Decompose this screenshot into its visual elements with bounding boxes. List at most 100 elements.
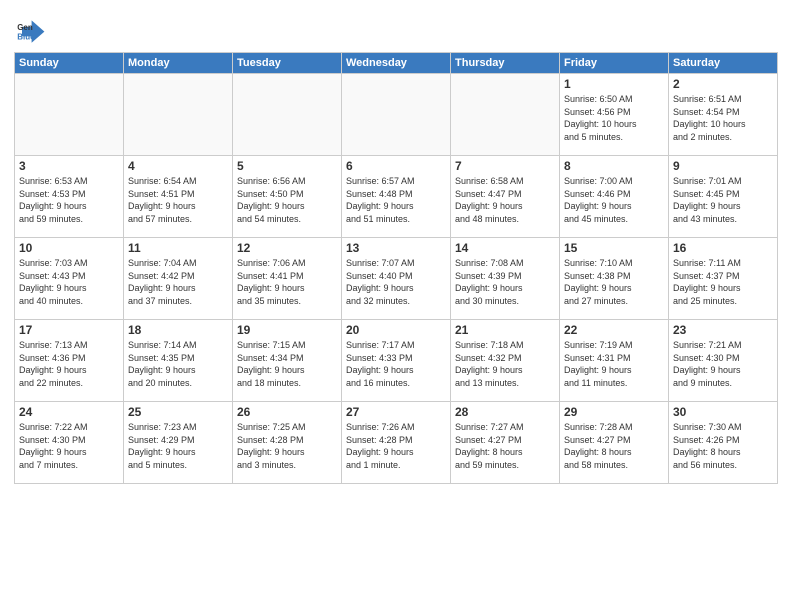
day-number: 5 (237, 159, 337, 173)
day-info: Sunrise: 7:10 AMSunset: 4:38 PMDaylight:… (564, 257, 664, 307)
day-number: 2 (673, 77, 773, 91)
calendar-cell: 10 Sunrise: 7:03 AMSunset: 4:43 PMDayligh… (15, 238, 124, 320)
day-info: Sunrise: 6:58 AMSunset: 4:47 PMDaylight:… (455, 175, 555, 225)
day-number: 20 (346, 323, 446, 337)
day-number: 15 (564, 241, 664, 255)
calendar-cell: 8Sunrise: 7:00 AMSunset: 4:46 PMDaylight… (560, 156, 669, 238)
day-number: 27 (346, 405, 446, 419)
calendar-cell: 7 Sunrise: 6:58 AMSunset: 4:47 PMDaylight… (451, 156, 560, 238)
day-number: 26 (237, 405, 337, 419)
day-info: Sunrise: 7:14 AMSunset: 4:35 PMDaylight:… (128, 339, 228, 389)
calendar-week-1: 1 Sunrise: 6:50 AMSunset: 4:56 PMDaylight… (15, 74, 778, 156)
calendar-header-thursday: Thursday (451, 53, 560, 74)
day-info: Sunrise: 7:22 AMSunset: 4:30 PMDaylight:… (19, 421, 119, 471)
day-number: 16 (673, 241, 773, 255)
day-info: Sunrise: 7:04 AMSunset: 4:42 PMDaylight:… (128, 257, 228, 307)
calendar-week-5: 24 Sunrise: 7:22 AMSunset: 4:30 PMDayligh… (15, 402, 778, 484)
day-number: 30 (673, 405, 773, 419)
day-number: 18 (128, 323, 228, 337)
calendar-cell: 16Sunrise: 7:11 AMSunset: 4:37 PMDayligh… (669, 238, 778, 320)
day-info: Sunrise: 6:54 AMSunset: 4:51 PMDaylight:… (128, 175, 228, 225)
day-number: 10 (19, 241, 119, 255)
day-info: Sunrise: 6:53 AMSunset: 4:53 PMDaylight:… (19, 175, 119, 225)
calendar-header-tuesday: Tuesday (233, 53, 342, 74)
calendar-cell: 1 Sunrise: 6:50 AMSunset: 4:56 PMDaylight… (560, 74, 669, 156)
logo-icon: Gen Blue (14, 14, 46, 46)
day-number: 21 (455, 323, 555, 337)
day-number: 12 (237, 241, 337, 255)
day-info: Sunrise: 7:08 AMSunset: 4:39 PMDaylight:… (455, 257, 555, 307)
day-info: Sunrise: 7:13 AMSunset: 4:36 PMDaylight:… (19, 339, 119, 389)
day-number: 17 (19, 323, 119, 337)
day-number: 4 (128, 159, 228, 173)
calendar-cell: 23Sunrise: 7:21 AMSunset: 4:30 PMDayligh… (669, 320, 778, 402)
day-info: Sunrise: 7:27 AMSunset: 4:27 PMDaylight:… (455, 421, 555, 471)
day-number: 13 (346, 241, 446, 255)
day-number: 14 (455, 241, 555, 255)
calendar-week-2: 3 Sunrise: 6:53 AMSunset: 4:53 PMDaylight… (15, 156, 778, 238)
calendar-cell: 2Sunrise: 6:51 AMSunset: 4:54 PMDaylight… (669, 74, 778, 156)
calendar-header-saturday: Saturday (669, 53, 778, 74)
day-info: Sunrise: 7:17 AMSunset: 4:33 PMDaylight:… (346, 339, 446, 389)
day-number: 29 (564, 405, 664, 419)
calendar-cell: 17 Sunrise: 7:13 AMSunset: 4:36 PMDayligh… (15, 320, 124, 402)
day-info: Sunrise: 7:19 AMSunset: 4:31 PMDaylight:… (564, 339, 664, 389)
day-info: Sunrise: 7:26 AMSunset: 4:28 PMDaylight:… (346, 421, 446, 471)
calendar-cell: 26Sunrise: 7:25 AMSunset: 4:28 PMDayligh… (233, 402, 342, 484)
day-info: Sunrise: 7:00 AMSunset: 4:46 PMDaylight:… (564, 175, 664, 225)
day-info: Sunrise: 7:28 AMSunset: 4:27 PMDaylight:… (564, 421, 664, 471)
day-info: Sunrise: 7:01 AMSunset: 4:45 PMDaylight:… (673, 175, 773, 225)
day-info: Sunrise: 6:56 AMSunset: 4:50 PMDaylight:… (237, 175, 337, 225)
calendar-cell: 15 Sunrise: 7:10 AMSunset: 4:38 PMDayligh… (560, 238, 669, 320)
day-number: 24 (19, 405, 119, 419)
day-number: 23 (673, 323, 773, 337)
calendar-week-4: 17 Sunrise: 7:13 AMSunset: 4:36 PMDayligh… (15, 320, 778, 402)
calendar-body: 1 Sunrise: 6:50 AMSunset: 4:56 PMDaylight… (15, 74, 778, 484)
day-info: Sunrise: 7:23 AMSunset: 4:29 PMDaylight:… (128, 421, 228, 471)
logo: Gen Blue (14, 14, 50, 46)
calendar-week-3: 10 Sunrise: 7:03 AMSunset: 4:43 PMDayligh… (15, 238, 778, 320)
day-number: 9 (673, 159, 773, 173)
calendar-cell: 24 Sunrise: 7:22 AMSunset: 4:30 PMDayligh… (15, 402, 124, 484)
calendar-cell: 30 Sunrise: 7:30 AMSunset: 4:26 PMDayligh… (669, 402, 778, 484)
day-info: Sunrise: 7:18 AMSunset: 4:32 PMDaylight:… (455, 339, 555, 389)
calendar-cell: 14 Sunrise: 7:08 AMSunset: 4:39 PMDayligh… (451, 238, 560, 320)
calendar-header-row: SundayMondayTuesdayWednesdayThursdayFrid… (15, 53, 778, 74)
calendar-cell: 9 Sunrise: 7:01 AMSunset: 4:45 PMDaylight… (669, 156, 778, 238)
calendar-cell: 20 Sunrise: 7:17 AMSunset: 4:33 PMDayligh… (342, 320, 451, 402)
header: Gen Blue (14, 10, 778, 46)
day-info: Sunrise: 6:50 AMSunset: 4:56 PMDaylight:… (564, 93, 664, 143)
calendar-cell: 27 Sunrise: 7:26 AMSunset: 4:28 PMDayligh… (342, 402, 451, 484)
day-info: Sunrise: 6:57 AMSunset: 4:48 PMDaylight:… (346, 175, 446, 225)
day-number: 1 (564, 77, 664, 91)
day-info: Sunrise: 7:30 AMSunset: 4:26 PMDaylight:… (673, 421, 773, 471)
svg-text:Blue: Blue (17, 33, 35, 42)
day-number: 3 (19, 159, 119, 173)
day-info: Sunrise: 7:06 AMSunset: 4:41 PMDaylight:… (237, 257, 337, 307)
calendar-header-sunday: Sunday (15, 53, 124, 74)
svg-text:Gen: Gen (17, 23, 33, 32)
calendar-cell (342, 74, 451, 156)
day-info: Sunrise: 7:15 AMSunset: 4:34 PMDaylight:… (237, 339, 337, 389)
day-number: 19 (237, 323, 337, 337)
calendar-cell (124, 74, 233, 156)
calendar-cell: 5 Sunrise: 6:56 AMSunset: 4:50 PMDaylight… (233, 156, 342, 238)
calendar-cell: 22 Sunrise: 7:19 AMSunset: 4:31 PMDayligh… (560, 320, 669, 402)
calendar-cell: 6 Sunrise: 6:57 AMSunset: 4:48 PMDaylight… (342, 156, 451, 238)
calendar-cell (15, 74, 124, 156)
calendar-cell: 21 Sunrise: 7:18 AMSunset: 4:32 PMDayligh… (451, 320, 560, 402)
calendar-header-friday: Friday (560, 53, 669, 74)
day-number: 11 (128, 241, 228, 255)
day-number: 22 (564, 323, 664, 337)
calendar-cell: 25Sunrise: 7:23 AMSunset: 4:29 PMDayligh… (124, 402, 233, 484)
calendar-cell: 28Sunrise: 7:27 AMSunset: 4:27 PMDayligh… (451, 402, 560, 484)
day-info: Sunrise: 7:03 AMSunset: 4:43 PMDaylight:… (19, 257, 119, 307)
calendar-cell: 29 Sunrise: 7:28 AMSunset: 4:27 PMDayligh… (560, 402, 669, 484)
calendar-table: SundayMondayTuesdayWednesdayThursdayFrid… (14, 52, 778, 484)
calendar-cell: 11 Sunrise: 7:04 AMSunset: 4:42 PMDayligh… (124, 238, 233, 320)
day-number: 6 (346, 159, 446, 173)
day-number: 7 (455, 159, 555, 173)
calendar-cell: 13Sunrise: 7:07 AMSunset: 4:40 PMDayligh… (342, 238, 451, 320)
calendar-cell (451, 74, 560, 156)
calendar-header-monday: Monday (124, 53, 233, 74)
